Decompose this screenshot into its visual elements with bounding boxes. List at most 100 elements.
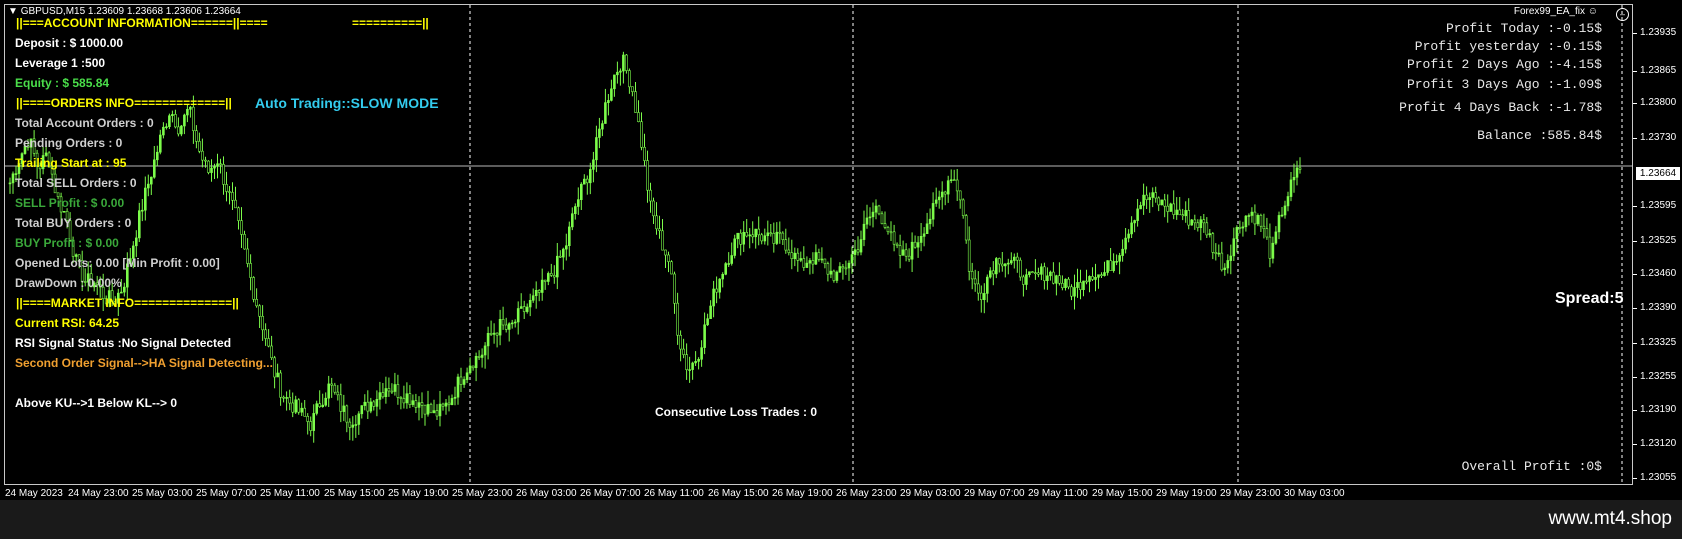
price-tick-mark [1633,71,1637,72]
candle-body [357,413,361,425]
candle-body [435,410,439,417]
candle-body [525,306,529,312]
candle-body [378,392,382,400]
candle-body [570,213,574,228]
panel-line: Above KU-->1 Below KL--> 0 [15,396,178,410]
candle-body [168,115,171,127]
candle-body [1127,233,1130,239]
candle-body [1211,233,1215,253]
candle-body [1193,219,1197,224]
candle-body [225,184,228,192]
candle-body [808,260,812,264]
candle-body [390,390,394,393]
candle-body [429,404,433,414]
time-tick-label: 29 May 11:00 [1028,488,1088,499]
price-tick-mark [1633,343,1637,344]
panel-line: Pending Orders : 0 [15,136,123,150]
candle-body [522,306,526,312]
candle-body [558,255,562,258]
time-tick-label: 26 May 07:00 [580,488,641,499]
smiley-icon[interactable]: ☺ [1588,6,1598,17]
candle-body [321,404,325,408]
candle-body [649,189,652,202]
candle-body [324,397,328,406]
candle-body [790,252,794,260]
candle-body [423,404,427,415]
candle-body [1006,262,1010,265]
ea-name-text: Forex99_EA_fix [1513,6,1585,17]
candle-body [462,379,466,385]
candle-body [658,228,661,232]
candle-body [1232,238,1236,257]
candle-body [228,191,231,193]
candle-body [613,74,616,90]
candle-body [739,232,743,245]
candle-body [874,205,878,213]
candle-body [1109,260,1112,271]
price-tick-label: 1.23460 [1640,268,1677,279]
candle-body [1058,275,1061,284]
candle-body [62,211,66,213]
candle-body [396,384,400,398]
candle-body [661,230,664,251]
candle-body [757,228,761,236]
candle-body [150,176,153,185]
candle-body [925,223,929,235]
candle-body [871,211,875,218]
candle-body [826,263,830,275]
candle-body [204,159,207,162]
scroll-to-end-icon[interactable]: – [1616,8,1629,21]
candle-body [1094,276,1097,280]
panel-line: Leverage 1 :500 [15,56,106,70]
candle-body [444,402,448,407]
candle-body [640,121,643,148]
panel-line: Second Order Signal-->HA Signal Detectin… [15,356,273,370]
candle-body [1217,252,1221,255]
candle-body [1009,260,1013,264]
panel-line: BUY Profit : $ 0.00 [15,236,119,250]
candle-body [453,396,457,399]
candle-body [1115,260,1118,263]
candle-body [910,241,914,260]
candle-body [928,218,932,225]
candle-body [724,263,728,275]
candle-body [829,270,833,275]
chart-area[interactable]: ▼ GBPUSD,M15 1.23609 1.23668 1.23606 1.2… [0,0,1682,500]
candle-body [1091,276,1094,280]
time-tick-label: 26 May 11:00 [644,488,704,499]
candle-body [763,235,767,242]
time-tick-label: 24 May 23:00 [68,488,129,499]
candle-body [14,173,18,175]
candle-body [619,70,622,73]
candle-body [1037,272,1040,275]
candle-body [991,270,995,275]
time-tick-label: 26 May 15:00 [708,488,769,499]
candle-body [700,347,703,360]
price-chart[interactable] [0,0,1682,500]
candle-body [519,306,523,309]
candle-body [393,384,397,392]
candle-body [261,315,264,331]
candle-body [982,293,986,300]
candle-body [772,233,776,244]
candle-body [258,305,261,317]
candle-body [1022,276,1025,285]
candle-body [1148,197,1151,201]
candle-body [255,298,258,307]
candle-body [994,258,998,275]
price-tick-label: 1.23865 [1640,65,1677,76]
candle-body [643,147,646,161]
candle-body [802,258,806,268]
ea-name[interactable]: Forex99_EA_fix ☺ [1514,6,1598,17]
candle-body [694,360,697,364]
candle-body [438,403,442,417]
candle-body [940,191,944,198]
candle-body [895,243,899,246]
candle-body [793,252,797,259]
candle-body [348,421,352,428]
candle-body [697,358,700,362]
candle-body [450,398,454,405]
candle-body [703,324,706,348]
candle-body [144,187,147,211]
candle-body [601,123,604,130]
